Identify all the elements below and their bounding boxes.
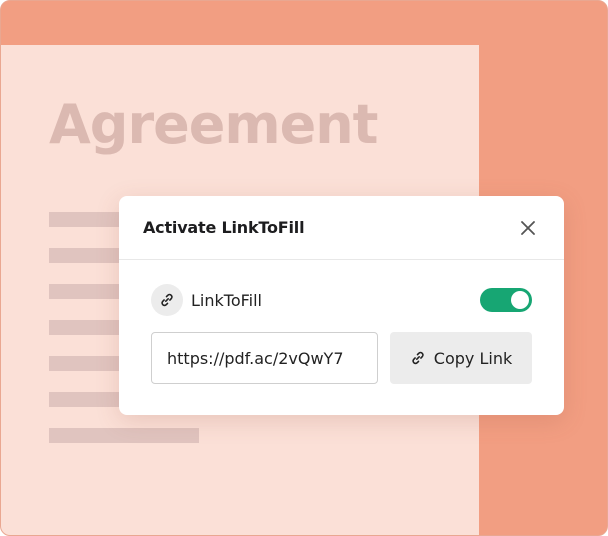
link-icon: [161, 293, 173, 307]
document-title: Agreement: [49, 93, 378, 156]
placeholder-line: [49, 428, 199, 443]
dialog-header: Activate LinkToFill: [119, 196, 564, 260]
linktofill-toggle-row: LinkToFill: [151, 284, 532, 316]
dialog-title: Activate LinkToFill: [143, 218, 305, 237]
linktofill-toggle[interactable]: [480, 288, 532, 312]
share-url-field[interactable]: [151, 332, 378, 384]
toggle-knob: [511, 291, 529, 309]
copy-link-label: Copy Link: [433, 348, 513, 368]
copy-link-button[interactable]: Copy Link: [390, 332, 532, 384]
link-badge: [151, 284, 183, 316]
close-icon: [521, 221, 535, 235]
activate-linktofill-dialog: Activate LinkToFill LinkToFill Copy Link: [119, 196, 564, 415]
link-icon: [412, 351, 424, 365]
close-button[interactable]: [520, 220, 536, 236]
toggle-label: LinkToFill: [191, 291, 262, 310]
